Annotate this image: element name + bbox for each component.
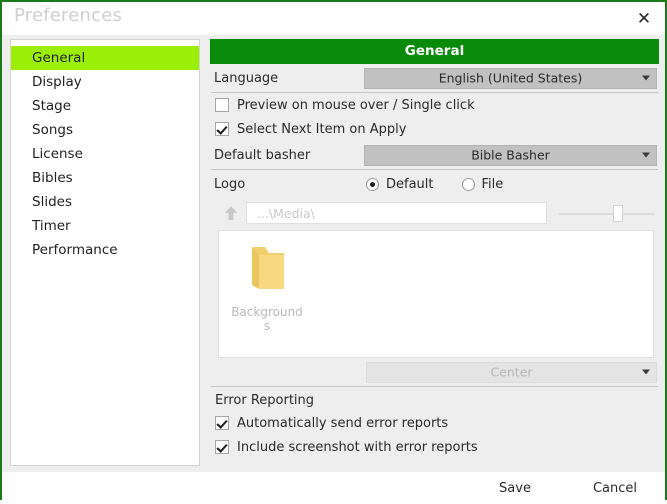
logo-source-radio-group: Default File — [362, 177, 657, 192]
language-row: Language English (United States) — [210, 64, 659, 92]
sidebar-item-general[interactable]: General — [11, 46, 199, 70]
chevron-down-icon — [642, 75, 650, 81]
include-screenshot-row[interactable]: Include screenshot with error reports — [210, 435, 659, 459]
language-value: English (United States) — [438, 70, 583, 86]
default-basher-label: Default basher — [214, 147, 311, 163]
logo-default-radio[interactable] — [366, 177, 379, 191]
include-screenshot-checkbox[interactable] — [215, 440, 229, 454]
logo-label: Logo — [214, 176, 246, 192]
settings-panel: General Language English (United States)… — [206, 35, 665, 472]
sidebar: General Display Stage Songs License Bibl… — [2, 35, 206, 472]
error-reporting-title: Error Reporting — [215, 393, 315, 408]
logo-default-label: Default — [386, 176, 434, 192]
logo-path-row: ...\Media\ — [210, 198, 659, 228]
language-dropdown[interactable]: English (United States) — [364, 67, 657, 89]
up-arrow-icon[interactable] — [218, 202, 244, 224]
chevron-down-icon — [642, 369, 650, 375]
thumbnail-zoom-slider[interactable] — [559, 202, 655, 224]
title-bar: Preferences ✕ — [2, 2, 665, 35]
window-title: Preferences — [14, 5, 123, 26]
close-icon[interactable]: ✕ — [633, 8, 655, 30]
sidebar-item-slides[interactable]: Slides — [11, 190, 199, 214]
logo-file-radio[interactable] — [461, 177, 475, 191]
slider-thumb[interactable] — [613, 205, 623, 222]
default-basher-dropdown[interactable]: Bible Basher — [364, 144, 657, 166]
language-label: Language — [214, 70, 279, 86]
preferences-window: Preferences ✕ General Display Stage Song… — [0, 0, 667, 504]
select-next-item-row[interactable]: Select Next Item on Apply — [210, 117, 659, 141]
auto-send-error-reports-label: Automatically send error reports — [237, 415, 449, 431]
list-item[interactable]: Backgrounds — [231, 237, 303, 333]
sidebar-item-songs[interactable]: Songs — [11, 118, 199, 142]
sidebar-item-display[interactable]: Display — [11, 70, 199, 94]
chevron-down-icon — [642, 152, 650, 158]
logo-alignment-value: Center — [490, 364, 533, 380]
preview-on-mouseover-label: Preview on mouse over / Single click — [237, 97, 475, 113]
folder-icon — [252, 247, 284, 289]
media-file-browser[interactable]: Backgrounds — [218, 230, 654, 358]
select-next-item-label: Select Next Item on Apply — [237, 121, 407, 137]
sidebar-list[interactable]: General Display Stage Songs License Bibl… — [10, 39, 200, 466]
slider-track — [559, 213, 655, 215]
cancel-button[interactable]: Cancel — [587, 477, 643, 500]
sidebar-item-performance[interactable]: Performance — [11, 238, 199, 262]
preview-on-mouseover-row[interactable]: Preview on mouse over / Single click — [210, 93, 659, 117]
default-basher-value: Bible Basher — [471, 147, 550, 163]
logo-path-input[interactable]: ...\Media\ — [246, 202, 547, 224]
sidebar-item-stage[interactable]: Stage — [11, 94, 199, 118]
sidebar-item-license[interactable]: License — [11, 142, 199, 166]
select-next-item-checkbox[interactable] — [215, 122, 229, 136]
save-button[interactable]: Save — [493, 477, 537, 500]
logo-file-radio-wrap[interactable]: File — [461, 176, 504, 192]
dialog-footer: Save Cancel — [2, 472, 665, 504]
logo-alignment-dropdown[interactable]: Center — [366, 361, 657, 383]
sidebar-item-timer[interactable]: Timer — [11, 214, 199, 238]
preview-on-mouseover-checkbox[interactable] — [215, 98, 229, 112]
sidebar-item-bibles[interactable]: Bibles — [11, 166, 199, 190]
logo-default-radio-wrap[interactable]: Default — [366, 177, 434, 192]
auto-send-error-reports-row[interactable]: Automatically send error reports — [210, 411, 659, 435]
default-basher-row: Default basher Bible Basher — [210, 141, 659, 169]
logo-alignment-row: Center — [210, 358, 659, 386]
include-screenshot-label: Include screenshot with error reports — [237, 439, 478, 455]
list-item-label: Backgrounds — [231, 305, 303, 333]
dialog-body: General Display Stage Songs License Bibl… — [2, 35, 665, 472]
logo-file-label: File — [481, 176, 504, 192]
auto-send-error-reports-checkbox[interactable] — [215, 416, 229, 430]
logo-row: Logo Default File — [210, 170, 659, 198]
panel-title: General — [210, 39, 659, 64]
